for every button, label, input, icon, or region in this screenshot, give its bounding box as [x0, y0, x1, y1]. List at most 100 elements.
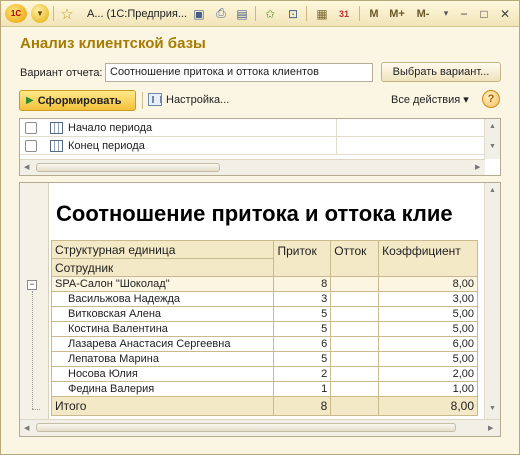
app-logo-icon[interactable]: 1С	[5, 4, 27, 23]
ratio-cell: 5,00	[378, 351, 478, 367]
play-icon: ▶	[26, 95, 34, 106]
param-checkbox[interactable]	[25, 121, 37, 134]
scroll-right-icon[interactable]: ▶	[488, 424, 493, 432]
report-table: Структурная единица Приток Отток Коэффиц…	[50, 240, 478, 416]
table-row[interactable]: Витковская Алена 5 5,00	[50, 306, 478, 322]
inflow-cell: 5	[273, 306, 332, 322]
scroll-right-icon[interactable]: ▶	[475, 163, 480, 171]
main-menu-dropdown-icon[interactable]: ▼	[31, 4, 49, 23]
outflow-cell	[330, 366, 380, 382]
column-divider	[336, 119, 337, 155]
outflow-cell	[330, 351, 380, 367]
variant-label: Вариант отчета:	[20, 67, 103, 79]
group-row[interactable]: SPA-Салон "Шоколад" 8 8,00	[50, 276, 478, 292]
report-area: − Соотношение притока и оттока клие Стру…	[19, 182, 501, 437]
settings-label: Настройка...	[166, 93, 230, 106]
total-row[interactable]: Итого 8 8,00	[50, 396, 478, 416]
print-icon[interactable]: ⎙	[212, 4, 230, 23]
param-label: Начало периода	[68, 121, 153, 134]
calculator-icon[interactable]: ▦	[313, 4, 331, 23]
preview-icon[interactable]: ▤	[233, 4, 251, 23]
memory-minus-button[interactable]: M-	[411, 4, 435, 23]
tree-line	[32, 291, 33, 409]
inflow-cell: 2	[273, 366, 332, 382]
favorites-icon[interactable]: ⊡	[284, 4, 302, 23]
param-row-period-start[interactable]: Начало периода	[20, 119, 485, 137]
param-label: Конец периода	[68, 139, 145, 152]
window-title: А... (1С:Предприя...	[87, 7, 188, 20]
settings-icon	[148, 93, 162, 106]
generate-report-label: Сформировать	[37, 94, 122, 107]
employee-name: Васильжова Надежда	[50, 291, 275, 307]
help-icon[interactable]: ?	[482, 90, 500, 108]
collapse-group-icon[interactable]: −	[27, 280, 37, 290]
scroll-down-icon[interactable]: ▼	[489, 143, 496, 150]
group-gutter: −	[20, 183, 49, 420]
minimize-icon[interactable]: −	[456, 4, 472, 23]
employee-name: Витковская Алена	[50, 306, 275, 322]
params-horizontal-scrollbar[interactable]: ◀ ▶	[20, 159, 485, 175]
calendar-icon	[50, 121, 63, 134]
ratio-cell: 2,00	[378, 366, 478, 382]
scroll-thumb[interactable]	[36, 163, 220, 172]
column-header: Сотрудник	[50, 258, 275, 277]
table-row[interactable]: Лепатова Марина 5 5,00	[50, 351, 478, 367]
parameters-grid: Начало периода Конец периода ▲ ▼ ◀ ▶	[19, 118, 501, 176]
scroll-up-icon[interactable]: ▲	[489, 123, 496, 130]
report-window: 1С ▼ ☆ А... (1С:Предприя... ▣ ⎙ ▤ ✩ ⊡ ▦ …	[0, 0, 520, 455]
close-icon[interactable]: ✕	[497, 4, 513, 23]
employee-name: Лепатова Марина	[50, 351, 275, 367]
favorite-add-icon[interactable]: ✩	[261, 4, 279, 23]
table-row[interactable]: Васильжова Надежда 3 3,00	[50, 291, 478, 307]
table-row[interactable]: Лазарева Анастасия Сергеевна 6 6,00	[50, 336, 478, 352]
inflow-cell: 5	[273, 351, 332, 367]
tree-line	[32, 409, 40, 410]
all-actions-menu[interactable]: Все действия ▾	[391, 93, 469, 106]
scroll-down-icon[interactable]: ▼	[489, 405, 496, 412]
generate-report-button[interactable]: ▶ Сформировать	[19, 90, 136, 111]
employee-name: Федина Валерия	[50, 381, 275, 397]
save-icon[interactable]: ▣	[190, 4, 208, 23]
table-row[interactable]: Костина Валентина 5 5,00	[50, 321, 478, 337]
inflow-cell: 5	[273, 321, 332, 337]
ratio-cell: 3,00	[378, 291, 478, 307]
table-row[interactable]: Федина Валерия 1 1,00	[50, 381, 478, 397]
report-horizontal-scrollbar[interactable]: ◀ ▶	[20, 419, 500, 436]
column-header: Отток	[330, 240, 380, 277]
toolbar-separator	[359, 6, 360, 21]
report-vertical-scrollbar[interactable]: ▲ ▼	[484, 183, 500, 420]
variant-field[interactable]: Соотношение притока и оттока клиентов	[105, 63, 373, 82]
total-label: Итого	[50, 396, 275, 416]
select-variant-button[interactable]: Выбрать вариант...	[381, 62, 501, 82]
report-title: Соотношение притока и оттока клие	[56, 201, 453, 226]
calendar-icon[interactable]: 31	[335, 4, 353, 23]
outflow-cell	[330, 321, 380, 337]
settings-button[interactable]: Настройка...	[148, 93, 229, 106]
more-icon[interactable]: ▾	[437, 4, 455, 23]
scroll-thumb[interactable]	[36, 423, 456, 432]
column-header: Структурная единица	[50, 240, 275, 259]
scroll-left-icon[interactable]: ◀	[24, 163, 29, 171]
ratio-cell: 8,00	[378, 396, 478, 416]
ratio-cell: 1,00	[378, 381, 478, 397]
param-checkbox[interactable]	[25, 139, 37, 152]
toolbar-separator	[255, 6, 256, 21]
toolbar-separator	[142, 92, 143, 109]
employee-name: Лазарева Анастасия Сергеевна	[50, 336, 275, 352]
outflow-cell	[330, 336, 380, 352]
inflow-cell: 8	[273, 396, 332, 416]
inflow-cell: 6	[273, 336, 332, 352]
scroll-left-icon[interactable]: ◀	[24, 424, 29, 432]
inflow-cell: 1	[273, 381, 332, 397]
memory-m-button[interactable]: M	[364, 4, 384, 23]
memory-plus-button[interactable]: M+	[385, 4, 409, 23]
table-row[interactable]: Носова Юлия 2 2,00	[50, 366, 478, 382]
star-icon[interactable]: ☆	[58, 4, 76, 23]
params-vertical-scrollbar[interactable]: ▲ ▼	[484, 119, 500, 159]
scroll-up-icon[interactable]: ▲	[489, 187, 496, 194]
outflow-cell	[330, 291, 380, 307]
employee-name: Носова Юлия	[50, 366, 275, 382]
param-row-period-end[interactable]: Конец периода	[20, 137, 485, 155]
inflow-cell: 3	[273, 291, 332, 307]
restore-icon[interactable]: □	[476, 4, 492, 23]
